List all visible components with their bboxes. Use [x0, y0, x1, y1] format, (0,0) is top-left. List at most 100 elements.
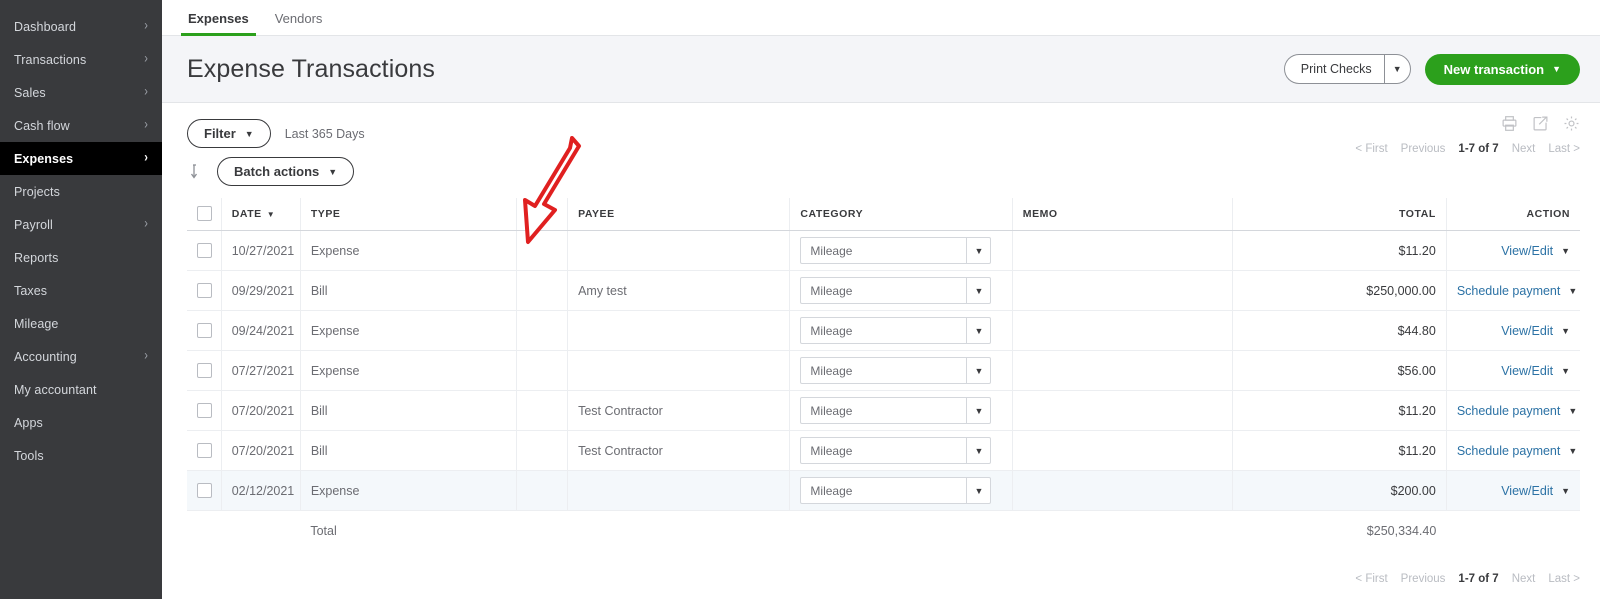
action-link[interactable]: Schedule payment — [1457, 444, 1561, 458]
total-row-spacer — [187, 511, 221, 551]
category-dropdown[interactable]: Mileage ▼ — [800, 237, 992, 264]
sidebar-item-label: Expenses — [14, 151, 74, 166]
cell-total: $56.00 — [1232, 350, 1447, 391]
sidebar-item-cash-flow[interactable]: Cash flow › — [0, 109, 162, 142]
category-dropdown[interactable]: Mileage ▼ — [800, 317, 992, 344]
chevron-down-icon: ▼ — [244, 128, 254, 139]
table-row[interactable]: 07/20/2021 Bill Test Contractor Mileage ▼ $11… — [187, 390, 1580, 431]
cell-category: Mileage ▼ — [789, 390, 1013, 431]
row-checkbox[interactable] — [197, 243, 212, 259]
print-checks-caret-icon[interactable]: ▼ — [1383, 54, 1411, 84]
chevron-down-icon[interactable]: ▼ — [966, 398, 990, 423]
tab-expenses[interactable]: Expenses — [175, 11, 262, 36]
select-all-checkbox[interactable] — [197, 206, 212, 221]
cell-type: Expense — [300, 350, 517, 391]
gear-icon[interactable] — [1563, 115, 1580, 137]
sidebar-item-apps[interactable]: Apps — [0, 406, 162, 439]
row-checkbox[interactable] — [197, 363, 212, 379]
action-link[interactable]: View/Edit — [1501, 244, 1553, 258]
cell-category: Mileage ▼ — [789, 430, 1013, 471]
table-row[interactable]: 10/27/2021 Expense Mileage ▼ $11.20 View/Edit… — [187, 230, 1580, 271]
category-dropdown[interactable]: Mileage ▼ — [800, 357, 992, 384]
sidebar-item-sales[interactable]: Sales › — [0, 76, 162, 109]
sidebar-item-taxes[interactable]: Taxes — [0, 274, 162, 307]
pagination-top-last[interactable]: Last > — [1548, 143, 1580, 155]
pagination-top-next[interactable]: Next — [1512, 143, 1536, 155]
tab-vendors[interactable]: Vendors — [262, 11, 336, 35]
pagination-bottom-next[interactable]: Next — [1512, 573, 1536, 585]
chevron-down-icon[interactable]: ▼ — [1561, 486, 1570, 496]
chevron-right-icon: › — [144, 348, 148, 364]
print-icon[interactable] — [1501, 115, 1518, 137]
sidebar-item-mileage[interactable]: Mileage — [0, 307, 162, 340]
table-row[interactable]: 09/29/2021 Bill Amy test Mileage ▼ $250,000.0… — [187, 270, 1580, 311]
cell-payee: Test Contractor — [567, 390, 791, 431]
chevron-down-icon[interactable]: ▼ — [1568, 286, 1577, 296]
batch-actions-button[interactable]: Batch actions ▼ — [217, 157, 355, 186]
pagination-bottom-last[interactable]: Last > — [1548, 573, 1580, 585]
chevron-down-icon[interactable]: ▼ — [966, 318, 990, 343]
table-row[interactable]: 07/27/2021 Expense Mileage ▼ $56.00 View/Edit… — [187, 350, 1580, 391]
table-row[interactable]: 09/24/2021 Expense Mileage ▼ $44.80 View/Edit… — [187, 310, 1580, 351]
category-dropdown[interactable]: Mileage ▼ — [800, 397, 992, 424]
print-checks-split-button[interactable]: Print Checks ▼ — [1283, 54, 1411, 84]
chevron-down-icon[interactable]: ▼ — [1568, 446, 1577, 456]
sort-arrow-icon[interactable] — [187, 161, 207, 183]
total-label: Total — [310, 523, 337, 538]
sidebar-item-dashboard[interactable]: Dashboard › — [0, 10, 162, 43]
action-link[interactable]: View/Edit — [1501, 324, 1553, 338]
category-dropdown[interactable]: Mileage ▼ — [800, 437, 992, 464]
chevron-down-icon[interactable]: ▼ — [1568, 406, 1577, 416]
new-transaction-button[interactable]: New transaction ▼ — [1424, 53, 1580, 85]
cell-category: Mileage ▼ — [789, 350, 1013, 391]
sidebar-item-transactions[interactable]: Transactions › — [0, 43, 162, 76]
pagination-top-previous[interactable]: Previous — [1401, 143, 1446, 155]
print-checks-button[interactable]: Print Checks — [1283, 54, 1384, 84]
sidebar: Dashboard › Transactions › Sales › Cash flow › E… — [0, 0, 162, 599]
column-header-date[interactable]: DATE ▼ — [221, 198, 301, 231]
chevron-down-icon[interactable]: ▼ — [1561, 366, 1570, 376]
chevron-down-icon[interactable]: ▼ — [966, 478, 990, 503]
page-header: Expense Transactions Print Checks ▼ New … — [162, 36, 1600, 103]
cell-total: $250,000.00 — [1232, 270, 1447, 311]
category-dropdown[interactable]: Mileage ▼ — [800, 277, 992, 304]
column-header-label: ACTION — [1526, 207, 1570, 220]
chevron-down-icon[interactable]: ▼ — [966, 438, 990, 463]
pagination-bottom-previous[interactable]: Previous — [1401, 573, 1446, 585]
category-dropdown[interactable]: Mileage ▼ — [800, 477, 992, 504]
cell-memo — [1012, 230, 1234, 271]
pagination-bottom-first[interactable]: < First — [1355, 573, 1387, 585]
chevron-down-icon[interactable]: ▼ — [1561, 246, 1570, 256]
sidebar-item-expenses[interactable]: Expenses › — [0, 142, 162, 175]
pagination-top-first[interactable]: < First — [1355, 143, 1387, 155]
table-row[interactable]: 07/20/2021 Bill Test Contractor Mileage ▼ $11… — [187, 430, 1580, 471]
action-link[interactable]: Schedule payment — [1457, 284, 1561, 298]
column-header-label: TOTAL — [1399, 207, 1436, 220]
row-checkbox[interactable] — [197, 403, 212, 419]
row-checkbox[interactable] — [197, 323, 212, 339]
cell-date: 07/20/2021 — [221, 430, 301, 471]
table-row[interactable]: 02/12/2021 Expense Mileage ▼ $200.00 View/Edi… — [187, 470, 1580, 511]
filter-label: Filter — [204, 126, 236, 141]
row-checkbox[interactable] — [197, 483, 212, 499]
export-icon[interactable] — [1532, 115, 1549, 137]
action-link[interactable]: View/Edit — [1501, 484, 1553, 498]
category-dropdown-value: Mileage — [810, 403, 853, 418]
filter-button[interactable]: Filter ▼ — [187, 119, 271, 148]
sidebar-item-payroll[interactable]: Payroll › — [0, 208, 162, 241]
category-dropdown-value: Mileage — [810, 243, 853, 258]
sidebar-item-reports[interactable]: Reports — [0, 241, 162, 274]
action-link[interactable]: Schedule payment — [1457, 404, 1561, 418]
action-link[interactable]: View/Edit — [1501, 364, 1553, 378]
row-checkbox[interactable] — [197, 283, 212, 299]
total-row-spacer — [568, 511, 790, 551]
sidebar-item-projects[interactable]: Projects — [0, 175, 162, 208]
sidebar-item-accounting[interactable]: Accounting › — [0, 340, 162, 373]
chevron-down-icon[interactable]: ▼ — [966, 238, 990, 263]
chevron-down-icon[interactable]: ▼ — [966, 358, 990, 383]
chevron-down-icon[interactable]: ▼ — [1561, 326, 1570, 336]
row-checkbox[interactable] — [197, 443, 212, 459]
sidebar-item-tools[interactable]: Tools — [0, 439, 162, 472]
sidebar-item-my-accountant[interactable]: My accountant — [0, 373, 162, 406]
chevron-down-icon[interactable]: ▼ — [966, 278, 990, 303]
